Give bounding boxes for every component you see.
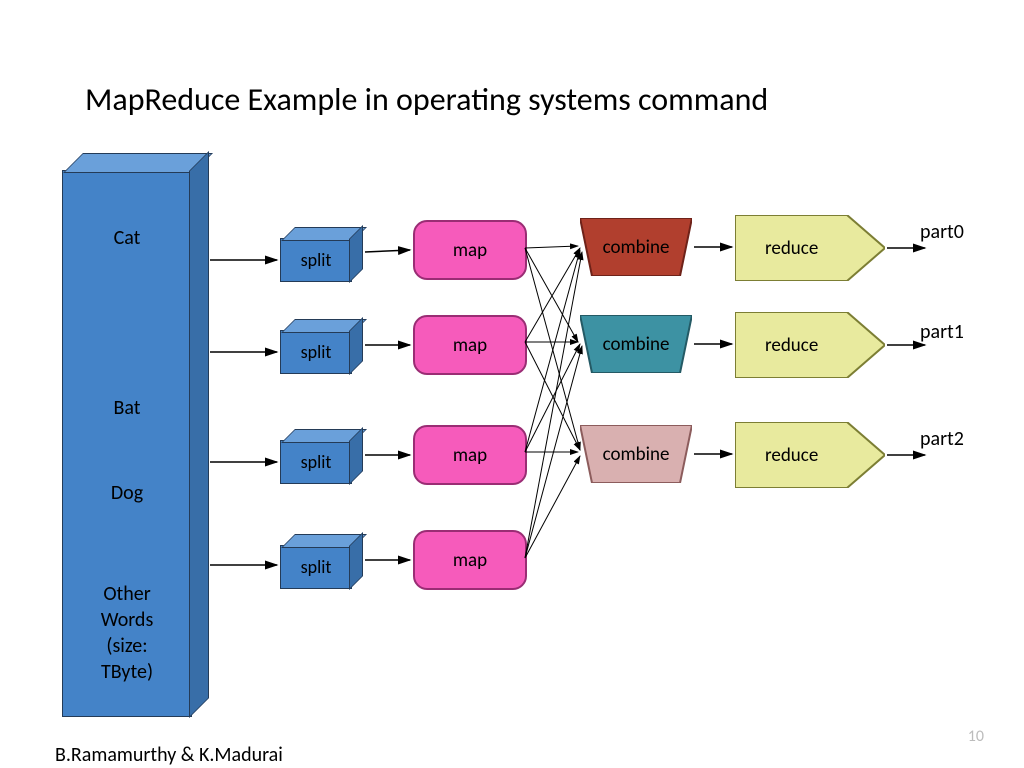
input-word: Cat — [63, 226, 191, 250]
input-word: Bat — [63, 396, 191, 420]
output-label: part2 — [920, 427, 964, 451]
input-word: Dog — [63, 481, 191, 505]
map-box: map — [413, 315, 527, 375]
split-box: split — [280, 545, 352, 589]
split-box: split — [280, 238, 352, 282]
split-box: split — [280, 440, 352, 484]
combine-box: combine — [580, 425, 692, 483]
reduce-box: reduce — [735, 422, 885, 488]
reduce-box: reduce — [735, 215, 885, 281]
input-data-box: Cat Bat Dog OtherWords(size:TByte) — [62, 170, 192, 717]
output-label: part0 — [920, 220, 964, 244]
input-word: OtherWords(size:TByte) — [63, 581, 191, 685]
author-credit: B.Ramamurthy & K.Madurai — [55, 742, 283, 768]
reduce-box: reduce — [735, 312, 885, 378]
output-label: part1 — [920, 320, 964, 344]
slide-title: MapReduce Example in operating systems c… — [85, 80, 768, 119]
split-box: split — [280, 330, 352, 374]
combine-box: combine — [580, 218, 692, 276]
slide-number: 10 — [968, 727, 984, 746]
map-box: map — [413, 530, 527, 590]
map-box: map — [413, 425, 527, 485]
map-box: map — [413, 220, 527, 280]
combine-box: combine — [580, 315, 692, 373]
